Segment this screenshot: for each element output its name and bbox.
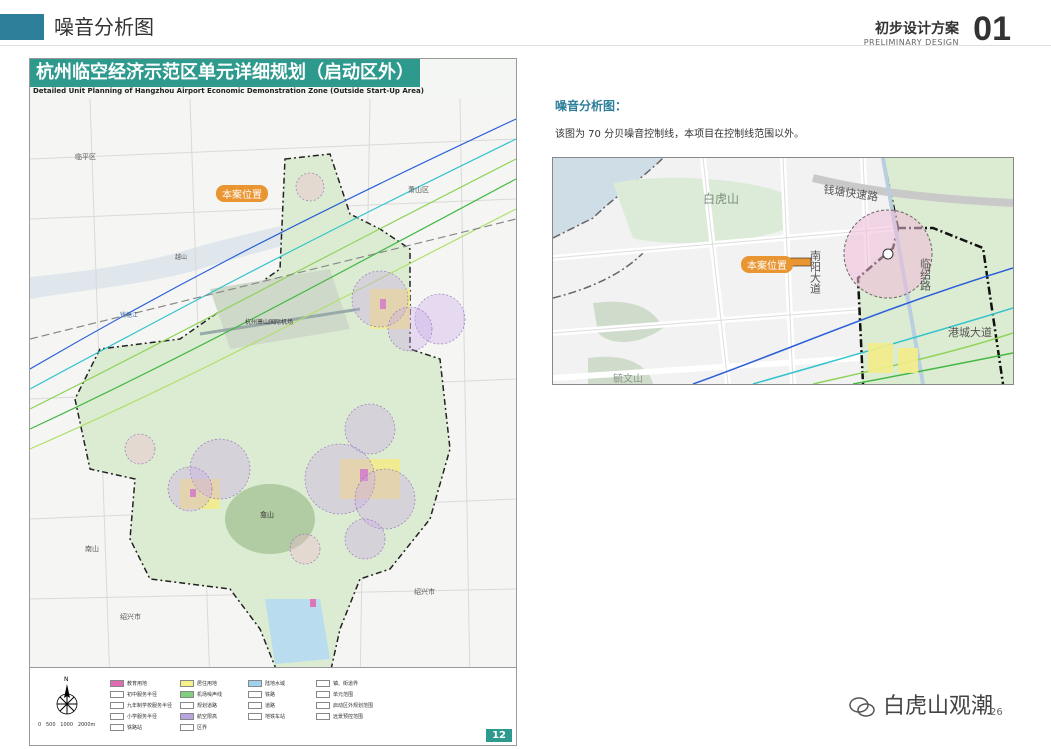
scheme-label: 初步设计方案 PRELIMINARY DESIGN [864,18,959,47]
legend-swatch [316,702,330,709]
legend-label: 九年制学校服务半径 [127,703,173,709]
section-number: 01 [973,10,1011,48]
legend-item: 九年制学校服务半径 [110,702,172,709]
legend-label: 铁路 [265,692,276,698]
label-xiaoshan: 萧山区 [408,185,429,194]
page-number-small: 26 [990,707,1003,718]
legend-item: 小学服务半径 [110,713,157,720]
legend-swatch [248,680,262,687]
legend-swatch [110,713,124,720]
scheme-cn: 初步设计方案 [875,21,959,37]
header-accent-bar [0,14,44,40]
svg-text:N: N [64,676,69,683]
label-heights: 毓文山 [613,372,643,384]
legend-label: 启动区外规划范围 [333,703,374,709]
legend-label: 地铁车站 [265,714,286,720]
legend-item: 镇、街道界 [316,680,358,687]
label-linshao-road: 临绍路 [919,257,932,292]
detail-map-panel: 白虎山 钱塘快速路 南阳大道 临绍路 港城大道 毓文山 本案位置 [552,157,1014,385]
plan-subtitle: Detailed Unit Planning of Hangzhou Airpo… [33,87,424,95]
legend-item: 单元范围 [316,691,353,698]
label-nanyang-road: 南阳大道 [809,250,822,294]
legend-item: 铁路站 [110,724,142,731]
label-baihushan: 白虎山 [703,191,739,206]
legend-swatch [180,680,194,687]
legend-item: 教育用地 [110,680,147,687]
north-arrow-icon: N [56,676,78,715]
plan-legend: N 0 500 1000 2000m 教育用地 居住用地 陆地水域 镇、街道界初中服务… [30,667,516,745]
detail-callout: 本案位置 [741,256,793,273]
legend-item: 远景预控范围 [316,713,363,720]
legend-label: 区界 [197,725,208,731]
legend-label: 教育用地 [127,681,148,687]
legend-label: 单元范围 [333,692,354,698]
watermark: 白虎山观潮 [848,688,993,720]
legend-swatch [110,724,124,731]
legend-swatch [316,680,330,687]
plan-page-number: 12 [486,729,512,742]
legend-label: 陆地水域 [265,681,286,687]
legend-item: 居住用地 [180,680,217,687]
wechat-icon [849,697,875,717]
legend-item: 铁路 [248,691,275,698]
plan-title: 杭州临空经济示范区单元详细规划（启动区外） [30,59,420,87]
legend-swatch [110,691,124,698]
watermark-text: 白虎山观潮 [883,694,994,719]
legend-item: 区界 [180,724,207,731]
label-kanshan: 龛山 [260,510,274,519]
legend-label: 铁路站 [127,725,143,731]
analysis-title: 噪音分析图： [555,99,628,113]
legend-swatch [316,691,330,698]
legend-item: 规划道路 [180,702,217,709]
legend-swatch [110,702,124,709]
legend-label: 初中服务半径 [127,692,158,698]
legend-swatch [248,702,262,709]
header-divider [0,45,1051,46]
legend-label: 规划道路 [197,703,218,709]
legend-item: 航空限高 [180,713,217,720]
label-linping: 临平区 [75,152,96,161]
legend-item: 陆地水域 [248,680,285,687]
label-yueshan: 越山 [175,253,187,261]
legend-label: 道路 [265,703,276,709]
legend-label: 远景预控范围 [333,714,364,720]
scale-bar: 0 500 1000 2000m [38,722,96,728]
legend-swatch [180,724,194,731]
label-airport: 杭州萧山国际机场 [245,318,293,326]
legend-swatch [180,702,194,709]
planning-map-panel: 杭州临空经济示范区单元详细规划（启动区外） Detailed Unit Plan… [29,58,517,746]
label-qiantang: 钱塘江 [120,311,138,319]
label-gangcheng-road: 港城大道 [948,325,992,339]
legend-swatch [110,680,124,687]
legend-item: 机场噪声线 [180,691,222,698]
legend-label: 机场噪声线 [197,692,223,698]
legend-label: 居住用地 [197,681,218,687]
label-shaoxing-e: 绍兴市 [414,587,435,596]
legend-label: 航空限高 [197,714,218,720]
legend-swatch [180,713,194,720]
planning-map: 临平区 萧山区 杭州萧山国际机场 龛山 南山 越山 钱塘江 绍兴市 绍兴市 [30,99,516,685]
legend-item: 地铁车站 [248,713,285,720]
label-nanshan: 南山 [85,544,99,553]
legend-item: 初中服务半径 [110,691,157,698]
label-shaoxing-w: 绍兴市 [120,612,141,621]
page-title: 噪音分析图 [54,15,154,39]
legend-label: 小学服务半径 [127,714,158,720]
analysis-description: 该图为 70 分贝噪音控制线，本项目在控制线范围以外。 [555,129,805,140]
legend-swatch [248,713,262,720]
plan-callout: 本案位置 [216,185,268,202]
legend-swatch [316,713,330,720]
legend-label: 镇、街道界 [333,681,359,687]
legend-swatch [180,691,194,698]
legend-item: 道路 [248,702,275,709]
legend-swatch [248,691,262,698]
legend-item: 启动区外规划范围 [316,702,373,709]
